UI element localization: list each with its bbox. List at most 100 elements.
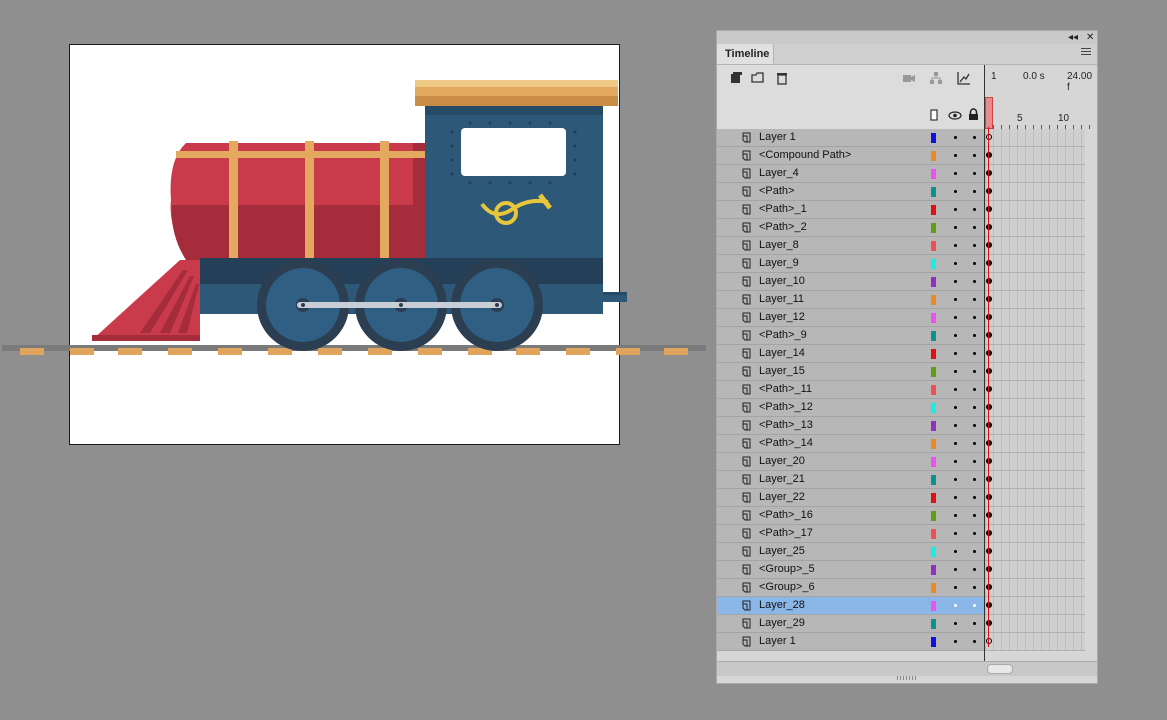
lock-toggle[interactable] (973, 190, 976, 193)
layer-row[interactable]: Layer_8 (717, 237, 984, 255)
frame-row[interactable] (985, 597, 1085, 615)
frame-row[interactable] (985, 327, 1085, 345)
lock-toggle[interactable] (973, 280, 976, 283)
layer-color-swatch[interactable] (931, 421, 936, 431)
lock-toggle[interactable] (973, 478, 976, 481)
layer-row[interactable]: Layer_22 (717, 489, 984, 507)
close-panel-button[interactable]: ✕ (1086, 31, 1094, 44)
lock-toggle[interactable] (973, 532, 976, 535)
layer-row[interactable]: <Path>_1 (717, 201, 984, 219)
layer-row[interactable]: Layer_11 (717, 291, 984, 309)
resize-grip[interactable] (897, 676, 917, 680)
delete-trash-icon[interactable] (775, 71, 789, 85)
frame-row[interactable] (985, 255, 1085, 273)
visibility-toggle[interactable] (954, 496, 957, 499)
layer-row[interactable]: Layer_14 (717, 345, 984, 363)
keyframe[interactable] (986, 314, 992, 320)
lock-icon[interactable] (968, 108, 979, 121)
keyframe[interactable] (986, 458, 992, 464)
frame-row[interactable] (985, 309, 1085, 327)
visibility-toggle[interactable] (954, 478, 957, 481)
frame-row[interactable] (985, 435, 1085, 453)
panel-menu-icon[interactable] (1081, 48, 1091, 58)
lock-toggle[interactable] (973, 424, 976, 427)
layer-row[interactable]: <Group>_6 (717, 579, 984, 597)
frame-row[interactable] (985, 201, 1085, 219)
keyframe[interactable] (986, 188, 992, 194)
layer-color-swatch[interactable] (931, 565, 936, 575)
layer-row[interactable]: Layer_15 (717, 363, 984, 381)
layer-row[interactable]: <Path>_16 (717, 507, 984, 525)
lock-toggle[interactable] (973, 352, 976, 355)
frame-ruler[interactable]: 1 0.0 s 24.00 f 1 5 10 (985, 65, 1097, 129)
lock-toggle[interactable] (973, 406, 976, 409)
layer-color-swatch[interactable] (931, 601, 936, 611)
keyframe[interactable] (986, 386, 992, 392)
frame-row[interactable] (985, 525, 1085, 543)
visibility-toggle[interactable] (954, 586, 957, 589)
visibility-toggle[interactable] (954, 334, 957, 337)
keyframe[interactable] (986, 350, 992, 356)
lock-toggle[interactable] (973, 226, 976, 229)
layer-row[interactable]: Layer_25 (717, 543, 984, 561)
layer-depth-icon[interactable] (929, 71, 943, 85)
layer-color-swatch[interactable] (931, 313, 936, 323)
layer-color-swatch[interactable] (931, 187, 936, 197)
visibility-toggle[interactable] (954, 298, 957, 301)
layer-row[interactable]: Layer_12 (717, 309, 984, 327)
layer-color-swatch[interactable] (931, 259, 936, 269)
frame-row[interactable] (985, 633, 1085, 651)
layer-row[interactable]: <Path>_12 (717, 399, 984, 417)
keyframe[interactable] (986, 566, 992, 572)
keyframe[interactable] (986, 548, 992, 554)
tab-timeline[interactable]: Timeline (717, 44, 774, 64)
visibility-toggle[interactable] (954, 460, 957, 463)
visibility-toggle[interactable] (954, 622, 957, 625)
layer-row[interactable]: <Compound Path> (717, 147, 984, 165)
visibility-toggle[interactable] (954, 604, 957, 607)
layer-color-swatch[interactable] (931, 223, 936, 233)
visibility-toggle[interactable] (954, 388, 957, 391)
lock-toggle[interactable] (973, 334, 976, 337)
keyframe[interactable] (986, 152, 992, 158)
layer-color-swatch[interactable] (931, 637, 936, 647)
lock-toggle[interactable] (973, 244, 976, 247)
visibility-toggle[interactable] (954, 172, 957, 175)
new-folder-icon[interactable] (751, 71, 765, 85)
keyframe[interactable] (986, 584, 992, 590)
keyframe[interactable] (986, 260, 992, 266)
layer-color-swatch[interactable] (931, 277, 936, 287)
keyframe[interactable] (986, 278, 992, 284)
lock-toggle[interactable] (973, 172, 976, 175)
layer-color-swatch[interactable] (931, 583, 936, 593)
layer-row[interactable]: <Path> (717, 183, 984, 201)
visibility-toggle[interactable] (954, 442, 957, 445)
layer-color-swatch[interactable] (931, 493, 936, 503)
keyframe[interactable] (986, 422, 992, 428)
frame-row[interactable] (985, 417, 1085, 435)
layer-color-swatch[interactable] (931, 457, 936, 467)
layer-row[interactable]: Layer_10 (717, 273, 984, 291)
frame-row[interactable] (985, 345, 1085, 363)
keyframe[interactable] (986, 134, 992, 140)
layer-color-swatch[interactable] (931, 367, 936, 377)
frame-row[interactable] (985, 183, 1085, 201)
layer-color-swatch[interactable] (931, 241, 936, 251)
keyframe[interactable] (986, 620, 992, 626)
frame-row[interactable] (985, 399, 1085, 417)
frame-row[interactable] (985, 381, 1085, 399)
frame-row[interactable] (985, 561, 1085, 579)
layer-row[interactable]: <Path>_11 (717, 381, 984, 399)
frame-row[interactable] (985, 165, 1085, 183)
visibility-toggle[interactable] (954, 352, 957, 355)
lock-toggle[interactable] (973, 514, 976, 517)
layer-color-swatch[interactable] (931, 169, 936, 179)
visibility-toggle[interactable] (954, 280, 957, 283)
visibility-toggle[interactable] (954, 316, 957, 319)
layer-row[interactable]: <Path>_2 (717, 219, 984, 237)
frame-row[interactable] (985, 579, 1085, 597)
graph-icon[interactable] (957, 71, 971, 85)
keyframe[interactable] (986, 206, 992, 212)
visibility-toggle[interactable] (954, 568, 957, 571)
layer-color-swatch[interactable] (931, 205, 936, 215)
